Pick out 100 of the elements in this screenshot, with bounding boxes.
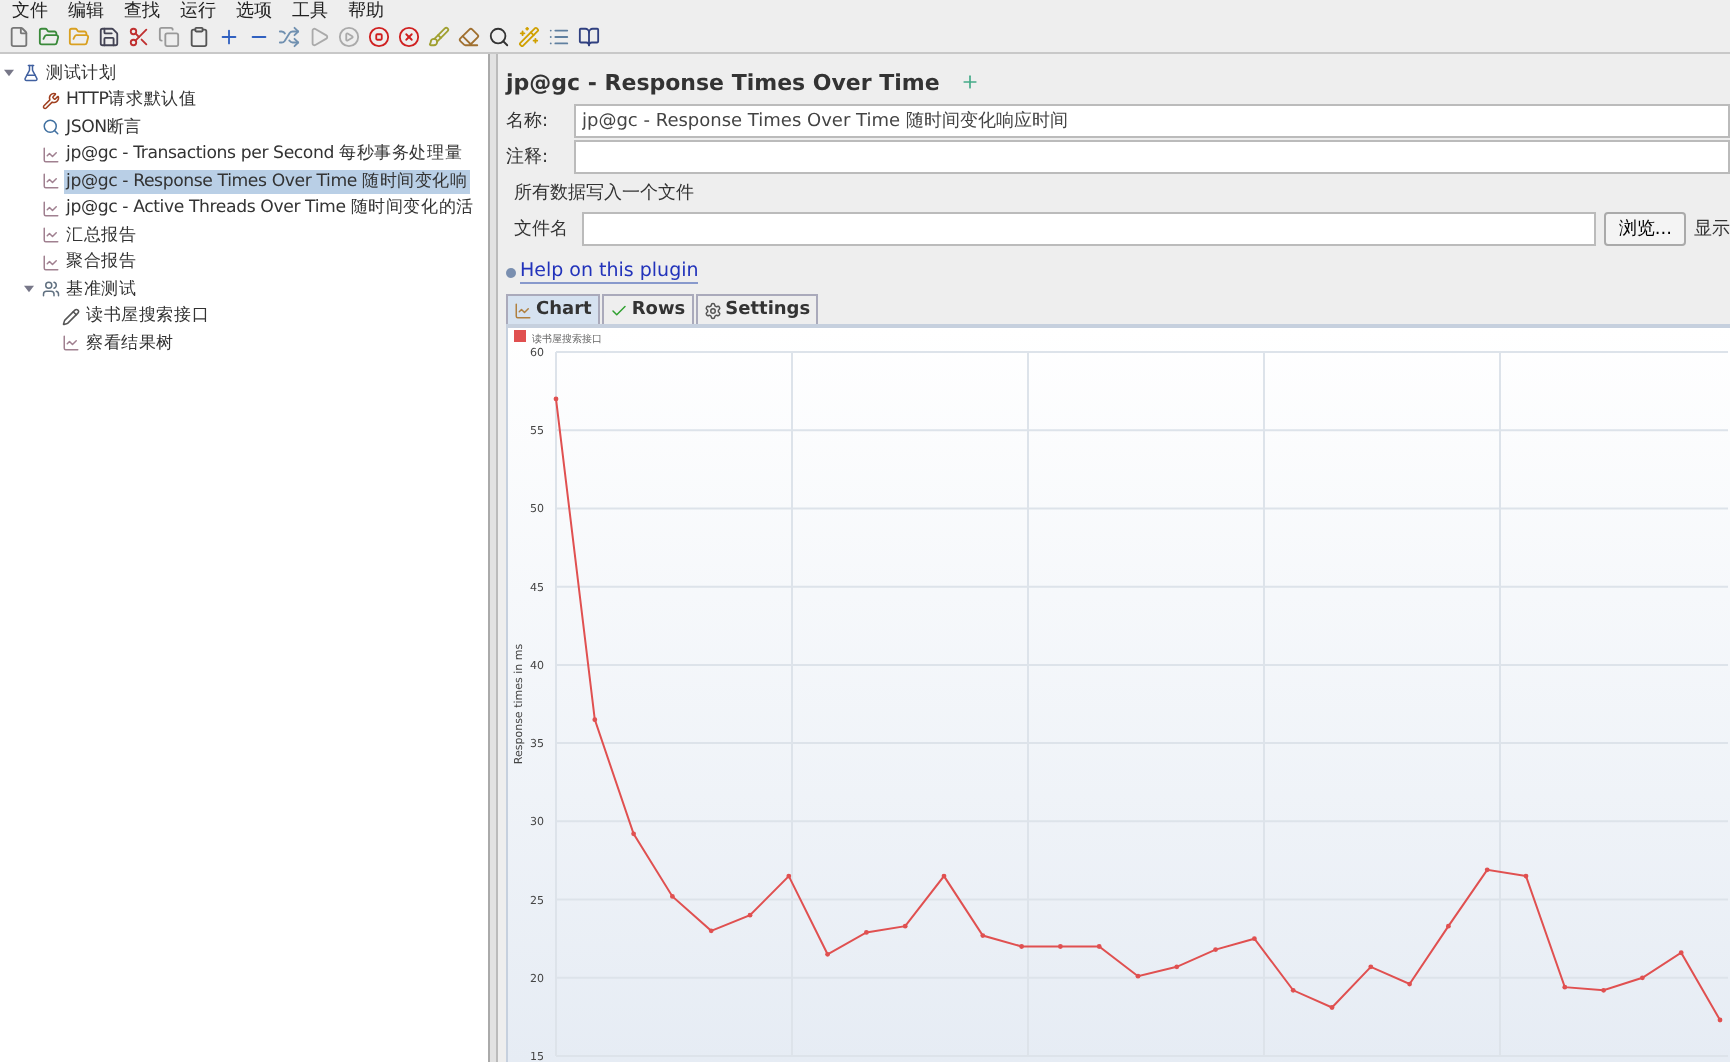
gear-icon (703, 301, 722, 319)
chart-icon (42, 199, 60, 218)
toggle-button[interactable] (276, 24, 302, 50)
wrench-icon (42, 91, 60, 110)
stop-button[interactable] (366, 24, 392, 50)
expand-button[interactable] (216, 24, 242, 50)
file-name-field[interactable] (582, 212, 1597, 246)
save-button[interactable] (96, 24, 122, 50)
tree-item[interactable]: HTTP请求默认值 (64, 88, 199, 113)
data-point (980, 933, 986, 938)
data-point (1407, 981, 1412, 987)
save-icon (98, 26, 120, 48)
tree-item[interactable]: 基准测试 (64, 277, 139, 302)
section-label: 所有数据写入一个文件 (512, 181, 696, 208)
data-point (825, 951, 830, 957)
paste-icon (188, 26, 210, 48)
tab[interactable]: Rows (601, 294, 694, 324)
data-point (1019, 944, 1024, 949)
tree-item[interactable]: jp@gc - Active Threads Over Time 随时间变化的活 (64, 196, 476, 221)
panel-title: jp@gc - Response Times Over Time (506, 69, 940, 95)
data-point (786, 873, 792, 879)
clear-all-button[interactable] (456, 24, 482, 50)
field-label: 名称: (506, 109, 551, 133)
clear-button[interactable] (426, 24, 452, 50)
data-point (1329, 1005, 1335, 1010)
tree-item[interactable]: 测试计划 (44, 61, 119, 86)
tree-item[interactable]: 读书屋搜索接口 (84, 304, 212, 329)
clear-icon (428, 26, 450, 48)
tree-item[interactable]: jp@gc - Response Times Over Time 随时间变化响 (64, 169, 470, 194)
search-icon (488, 26, 510, 48)
data-point (864, 930, 869, 935)
play-icon (308, 26, 330, 48)
data-point (902, 923, 908, 929)
new-file-button[interactable] (6, 24, 32, 50)
shutdown-icon (398, 26, 420, 48)
template-button[interactable] (36, 24, 62, 50)
data-point (1484, 867, 1490, 873)
data-point (708, 928, 714, 934)
help-icon (578, 26, 600, 48)
cut-icon (128, 26, 150, 48)
tree-item[interactable]: JSON断言 (64, 115, 144, 140)
data-point (631, 831, 636, 837)
menu-item[interactable]: 选项 (236, 1, 272, 21)
field-label: 注释: (506, 145, 551, 169)
tree-item[interactable]: jp@gc - Transactions per Second 每秒事务处理量 (64, 142, 465, 167)
menu-item[interactable]: 查找 (124, 1, 160, 21)
data-point (1601, 987, 1606, 993)
magnifier-icon (42, 118, 60, 137)
play-button[interactable] (306, 24, 332, 50)
pencil-icon (62, 307, 80, 326)
paste-button[interactable] (186, 24, 212, 50)
cut-button[interactable] (126, 24, 152, 50)
field-label: 文件名 (512, 217, 570, 242)
tab[interactable]: Settings (695, 294, 819, 324)
menu-item[interactable]: 运行 (180, 1, 216, 21)
data-point (1717, 1017, 1723, 1023)
tree-item[interactable]: 察看结果树 (84, 331, 177, 356)
plus-icon (959, 72, 980, 92)
tree-item[interactable]: 汇总报告 (64, 223, 139, 248)
chart-icon (514, 301, 532, 319)
expand-toggle-icon[interactable] (24, 284, 34, 295)
menu-item[interactable]: 工具 (292, 1, 328, 21)
data-point (747, 912, 753, 918)
tree-item[interactable]: 聚合报告 (64, 250, 139, 275)
data-point (1446, 923, 1451, 929)
help-button[interactable] (576, 24, 602, 50)
data-point (553, 396, 559, 402)
browse-button[interactable]: 浏览... (1604, 212, 1686, 246)
data-point (1213, 947, 1218, 952)
tab[interactable]: Chart (506, 294, 600, 324)
shutdown-button[interactable] (396, 24, 422, 50)
data-point (1135, 973, 1141, 979)
toggle-icon (278, 26, 300, 48)
open-folder-icon (68, 26, 90, 48)
data-point (1640, 975, 1645, 981)
test-plan-icon (22, 64, 40, 83)
stop-icon (368, 26, 390, 48)
data-point (941, 873, 947, 879)
search-button[interactable] (486, 24, 512, 50)
help-link[interactable]: Help on this plugin (520, 260, 699, 284)
menu-item[interactable]: 文件 (12, 1, 48, 21)
expand-toggle-icon[interactable] (4, 68, 14, 79)
check-icon (609, 301, 628, 319)
data-point (1368, 964, 1374, 970)
name-field[interactable]: jp@gc - Response Times Over Time 随时间变化响应时间 (574, 103, 1730, 137)
data-point (1562, 984, 1568, 990)
data-point (1252, 936, 1257, 942)
bullet-icon (506, 267, 516, 277)
data-point (670, 894, 675, 899)
comment-field[interactable] (574, 139, 1730, 173)
new-file-icon (8, 26, 30, 48)
data-point (1058, 944, 1063, 949)
thread-group-icon (42, 280, 60, 299)
expand-icon (218, 26, 240, 48)
menu-item[interactable]: 编辑 (68, 1, 104, 21)
chart-icon (42, 172, 60, 191)
template-icon (38, 26, 60, 48)
menu-item[interactable]: 帮助 (348, 1, 384, 21)
data-point (592, 717, 598, 723)
chart-icon (42, 226, 60, 245)
